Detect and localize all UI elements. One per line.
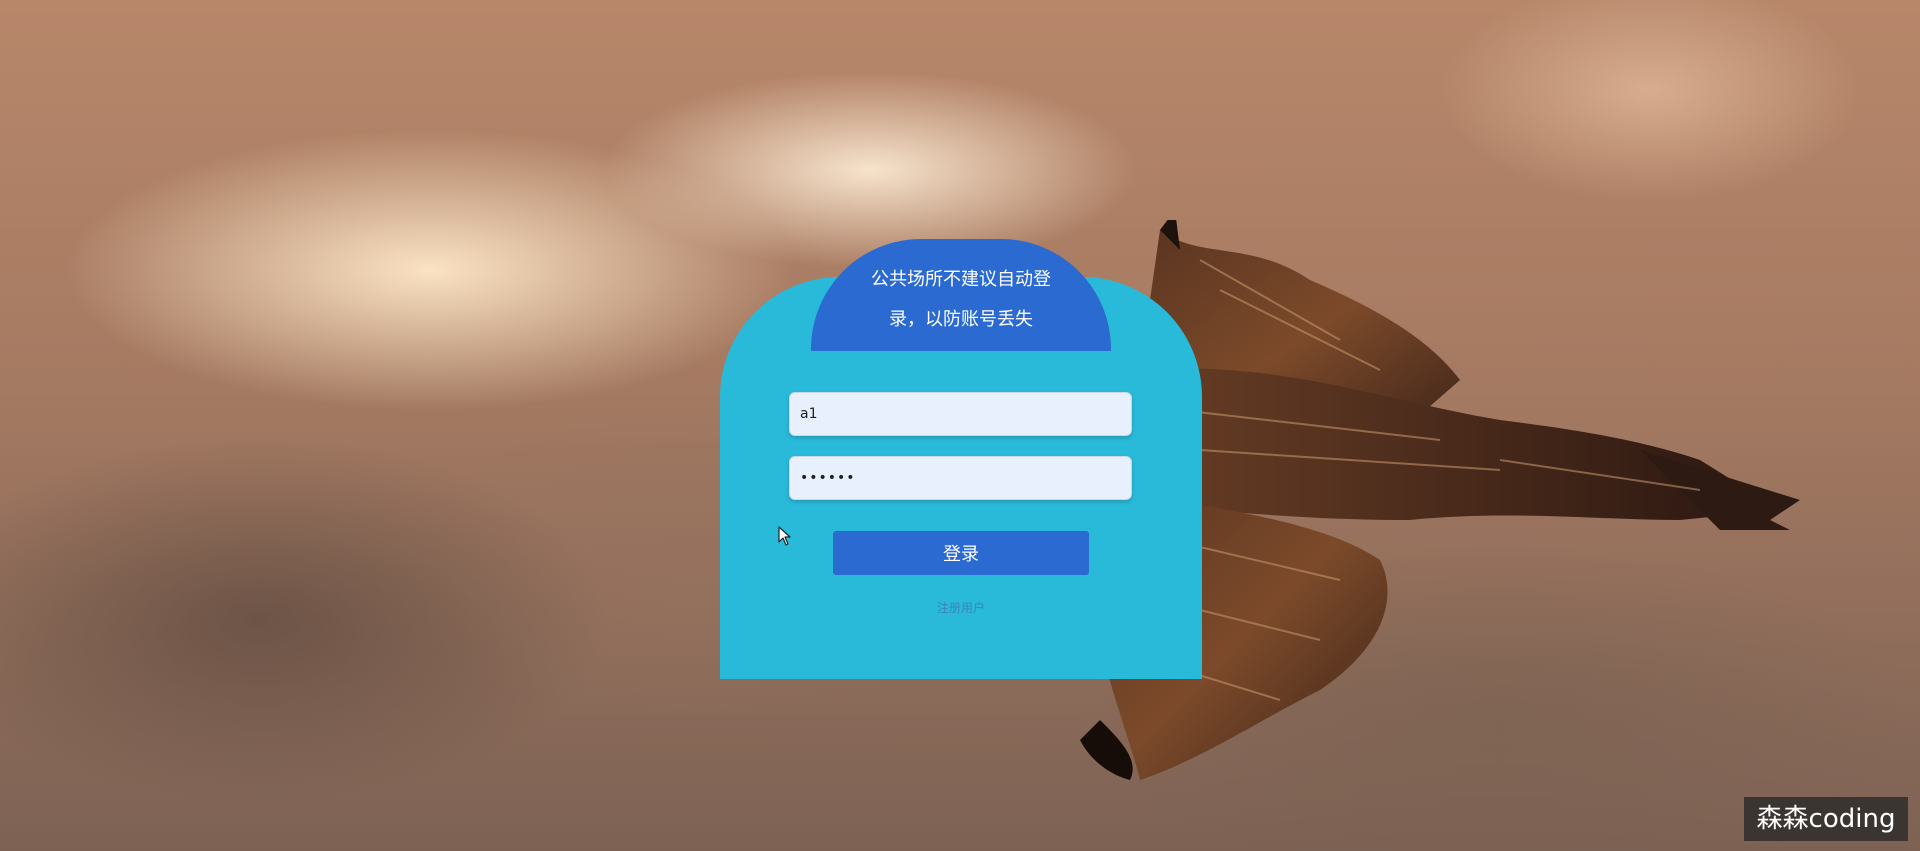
register-link[interactable]: 注册用户 (911, 599, 1011, 616)
username-input[interactable] (789, 392, 1132, 436)
password-input[interactable] (789, 456, 1132, 500)
auto-login-warning: 公共场所不建议自动登录，以防账号丢失 (871, 269, 1051, 330)
mouse-pointer-icon (778, 526, 791, 546)
login-button[interactable]: 登录 (833, 531, 1089, 575)
login-card-header: 公共场所不建议自动登录，以防账号丢失 (811, 239, 1111, 351)
channel-watermark: 森森coding (1744, 797, 1908, 841)
login-page: 公共场所不建议自动登录，以防账号丢失 登录 注册用户 森森coding (0, 0, 1920, 851)
